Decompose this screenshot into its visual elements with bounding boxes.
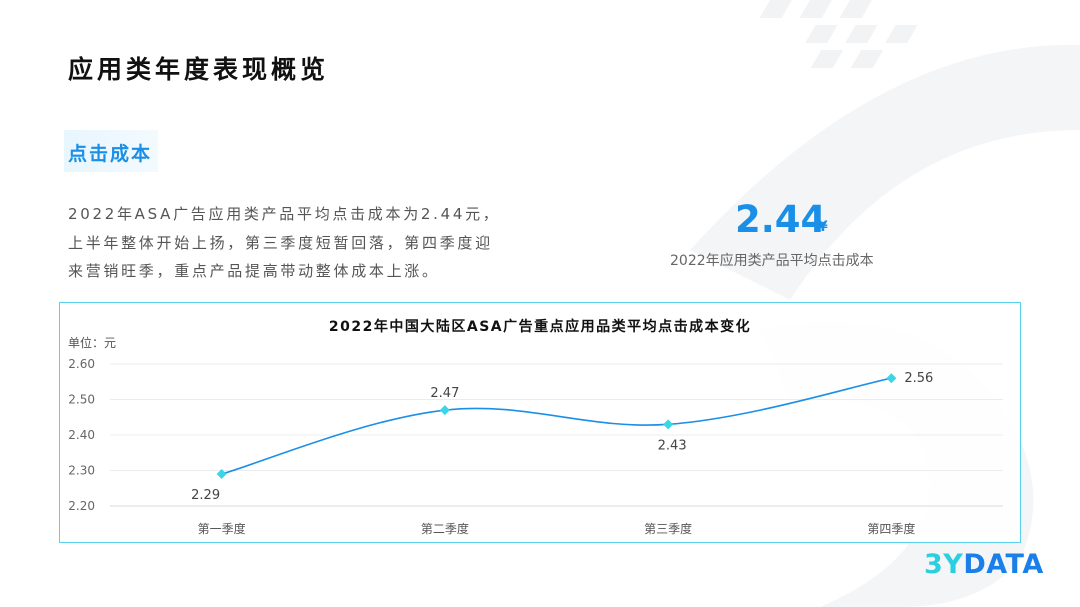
- data-label: 2.43: [658, 438, 687, 453]
- data-label: 2.29: [191, 488, 220, 503]
- grid-lines: [110, 363, 1003, 507]
- x-tick-label: 第四季度: [867, 521, 915, 536]
- y-tick-label: 2.40: [68, 428, 95, 442]
- x-tick-label: 第三季度: [644, 521, 692, 536]
- y-tick-label: 2.60: [68, 357, 95, 371]
- marker-layer: [216, 373, 897, 480]
- chart-title: 2022年中国大陆区ASA广告重点应用品类平均点击成本变化: [329, 318, 751, 335]
- line-chart: 2022年中国大陆区ASA广告重点应用品类平均点击成本变化 单位：元 2.202…: [68, 318, 1003, 536]
- data-label: 2.47: [430, 386, 459, 401]
- data-point-marker: [439, 405, 450, 416]
- data-point-marker: [663, 419, 674, 430]
- y-tick-label: 2.20: [68, 499, 95, 513]
- y-tick-label: 2.30: [68, 464, 95, 478]
- x-tick-label: 第一季度: [198, 521, 246, 536]
- data-label-layer: 2.29 2.47 2.43 2.56: [191, 371, 933, 503]
- data-point-marker: [886, 373, 897, 384]
- x-tick-label: 第二季度: [421, 521, 469, 536]
- y-axis-ticks: 2.20 2.30 2.40 2.50 2.60: [68, 357, 95, 513]
- data-label: 2.56: [904, 371, 933, 386]
- logo-suffix: DATA: [963, 549, 1044, 580]
- series-line: [221, 377, 892, 475]
- series-line-layer: [221, 377, 892, 475]
- logo-prefix: 3Y: [924, 549, 964, 580]
- y-tick-label: 2.50: [68, 393, 95, 407]
- brand-logo: 3YDATA: [924, 549, 1044, 580]
- x-axis-ticks: 第一季度 第二季度 第三季度 第四季度: [198, 521, 916, 536]
- chart-unit-label: 单位：元: [68, 335, 116, 350]
